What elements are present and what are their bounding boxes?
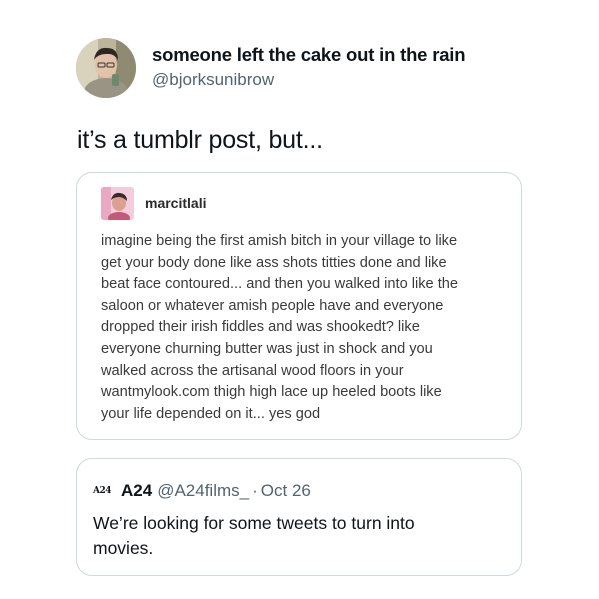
quoted-tweet[interactable]: A24 A24 @A24films_ · Oct 26 We’re lookin… (76, 458, 522, 576)
author-display-name[interactable]: someone left the cake out in the rain (152, 44, 466, 66)
separator-dot: · (252, 481, 258, 500)
profile-photo-icon (76, 38, 136, 98)
tumblr-post-image[interactable]: marcitlali imagine being the first amish… (76, 172, 522, 440)
tumblr-line: beat face contoured... and then you walk… (101, 276, 458, 293)
quoted-author-name[interactable]: A24 (121, 481, 152, 501)
quoted-author-handle[interactable]: @A24films_ (157, 481, 249, 501)
tweet-text: it’s a tumblr post, but... (77, 126, 323, 154)
author-handle[interactable]: @bjorksunibrow (152, 70, 274, 90)
a24-logo-icon: A24 (93, 486, 112, 496)
tumblr-line: saloon or whatever amish people have and… (101, 297, 444, 314)
tumblr-line: get your body done like ass shots tittie… (101, 254, 447, 271)
quoted-tweet-date[interactable]: Oct 26 (261, 481, 311, 501)
quoted-tweet-text: We’re looking for some tweets to turn in… (93, 511, 415, 561)
tumblr-post-body: imagine being the first amish bitch in y… (101, 231, 511, 425)
author-avatar[interactable] (76, 38, 136, 98)
profile-photo-icon (101, 187, 134, 220)
tumblr-line: walked across the artisanal wood floors … (101, 362, 404, 379)
tumblr-line: dropped their irish fiddles and was shoo… (101, 319, 420, 336)
quoted-tweet-header: A24 A24 @A24films_ · Oct 26 (93, 479, 311, 503)
tumblr-username: marcitlali (145, 195, 207, 211)
tumblr-line: everyone churning butter was just in sho… (101, 340, 433, 357)
quoted-tweet-line: movies. (93, 538, 154, 558)
tumblr-line: your life depended on it... yes god (101, 405, 321, 422)
quoted-tweet-line: We’re looking for some tweets to turn in… (93, 513, 415, 533)
tumblr-line: wantmylook.com thigh high lace up heeled… (101, 384, 442, 401)
tumblr-avatar (101, 187, 134, 220)
tumblr-line: imagine being the first amish bitch in y… (101, 233, 458, 249)
